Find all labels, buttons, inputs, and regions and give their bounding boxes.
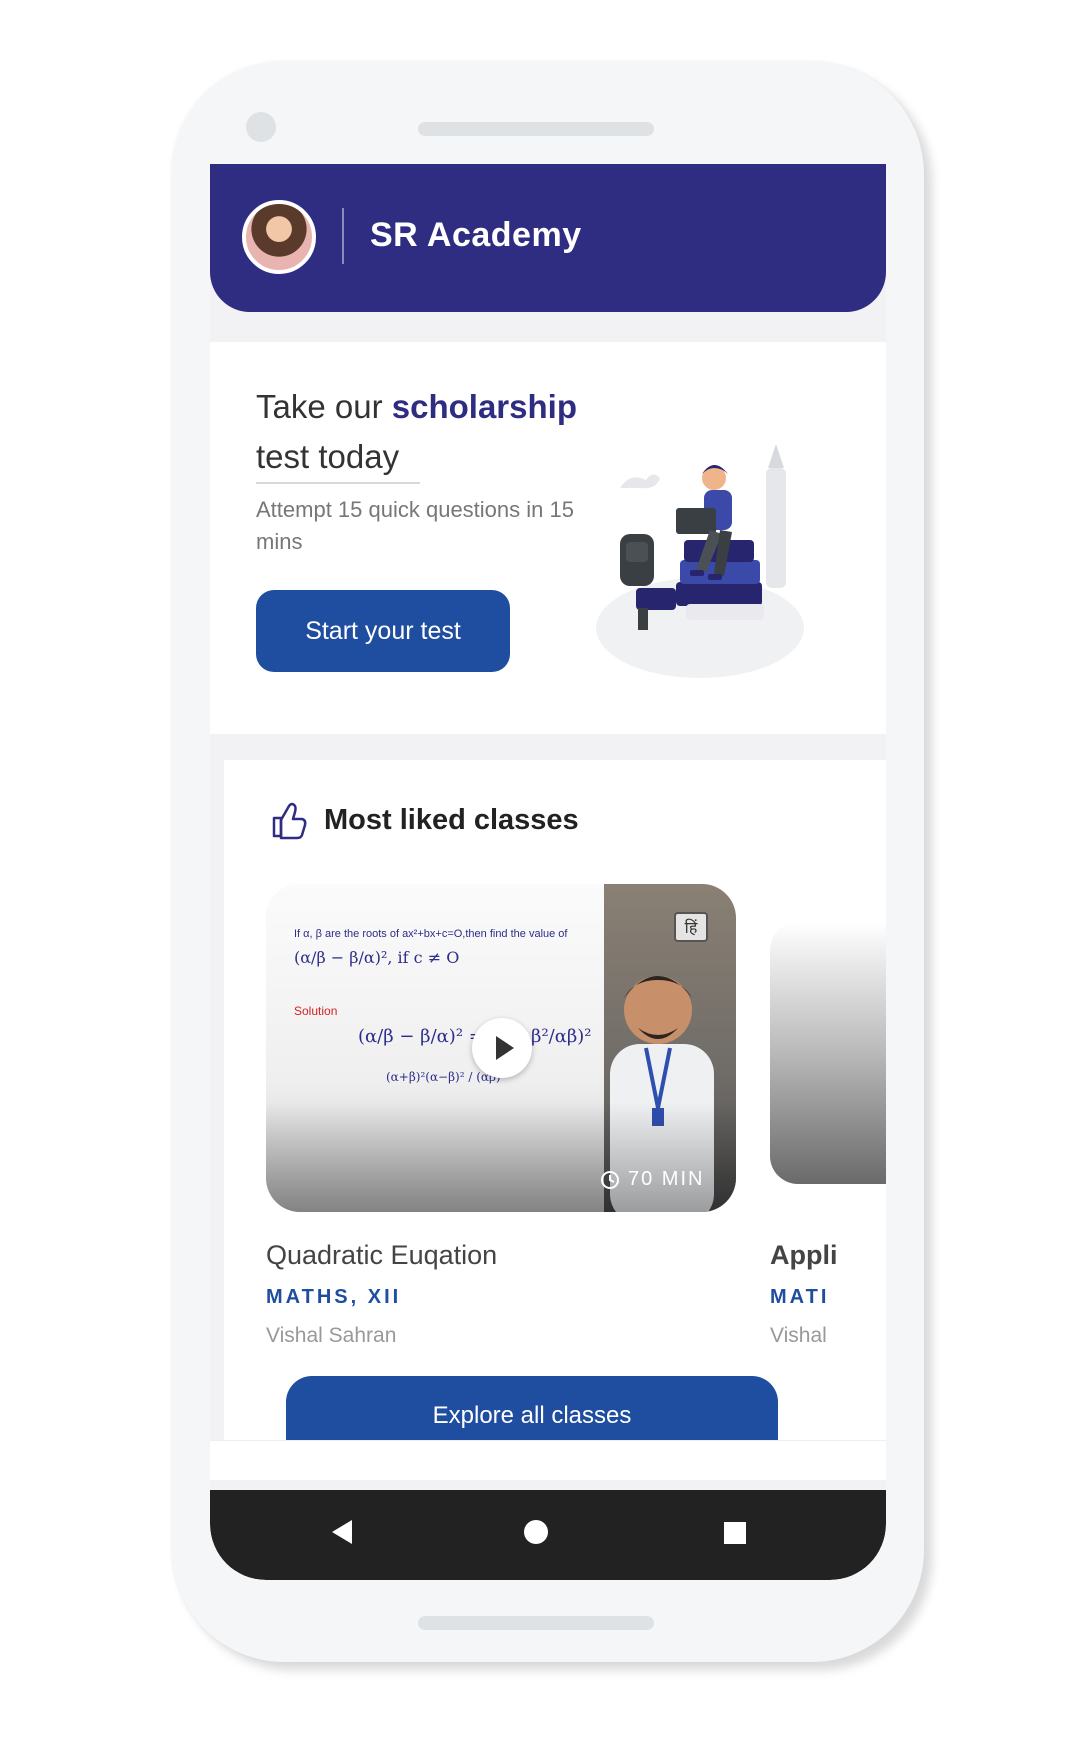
thumbs-up-icon [272,802,307,840]
class-subject: MATHS, XII [266,1286,402,1308]
promo-title-prefix: Take our [256,388,383,425]
promo-subtitle: Attempt 15 quick questions in 15 mins [256,497,574,554]
app-screen: SR Academy Take our scholarship test tod… [210,164,886,1580]
language-badge-icon[interactable]: हिं [674,912,708,942]
class-card-thumbnail[interactable]: If α, β are the roots of ax²+bx+c=O,then… [266,884,736,1212]
phone-bottom-bar [418,1616,654,1630]
duration-text: 70 MIN [628,1168,705,1190]
home-circle-icon[interactable] [524,1520,548,1544]
start-test-button[interactable]: Start your test [256,590,510,672]
most-liked-section: Most liked classes If α, β are the roots… [224,760,886,1456]
thumbnail-shade [266,1102,736,1212]
back-triangle-icon[interactable] [332,1520,352,1544]
scroll-edge [210,1440,886,1480]
class-teacher: Vishal Sahran [266,1324,397,1347]
class-title[interactable]: Quadratic Euqation [266,1240,497,1271]
question-formula: (α/β − β/α)², if c ≠ O [294,948,460,967]
class-teacher-2: Vishal [770,1324,827,1347]
android-nav-bar [210,1490,886,1580]
promo-title-accent: scholarship [391,388,577,425]
camera [246,112,276,142]
app-title: SR Academy [370,216,582,254]
class-subject-2: MATI [770,1286,830,1308]
solution-label: Solution [294,1004,338,1018]
question-text: If α, β are the roots of ax²+bx+c=O,then… [294,928,568,940]
section-header: Most liked classes [270,800,579,840]
scholarship-promo-card: Take our scholarship test today Attempt … [210,342,886,734]
promo-divider [256,482,420,484]
student-illustration [596,444,804,678]
promo-title: Take our scholarship test today [256,382,636,482]
avatar[interactable] [242,200,316,274]
app-header: SR Academy [210,164,886,312]
class-card-thumbnail-2[interactable] [770,922,886,1184]
class-title-2[interactable]: Appli [770,1240,886,1271]
clock-icon [601,1170,619,1189]
speaker [418,122,654,136]
duration-badge: 70 MIN [600,1168,704,1191]
promo-title-suffix: test today [256,438,400,475]
header-divider [342,208,344,264]
play-icon[interactable] [472,1018,532,1078]
section-title: Most liked classes [324,803,579,836]
recent-square-icon[interactable] [724,1522,746,1544]
